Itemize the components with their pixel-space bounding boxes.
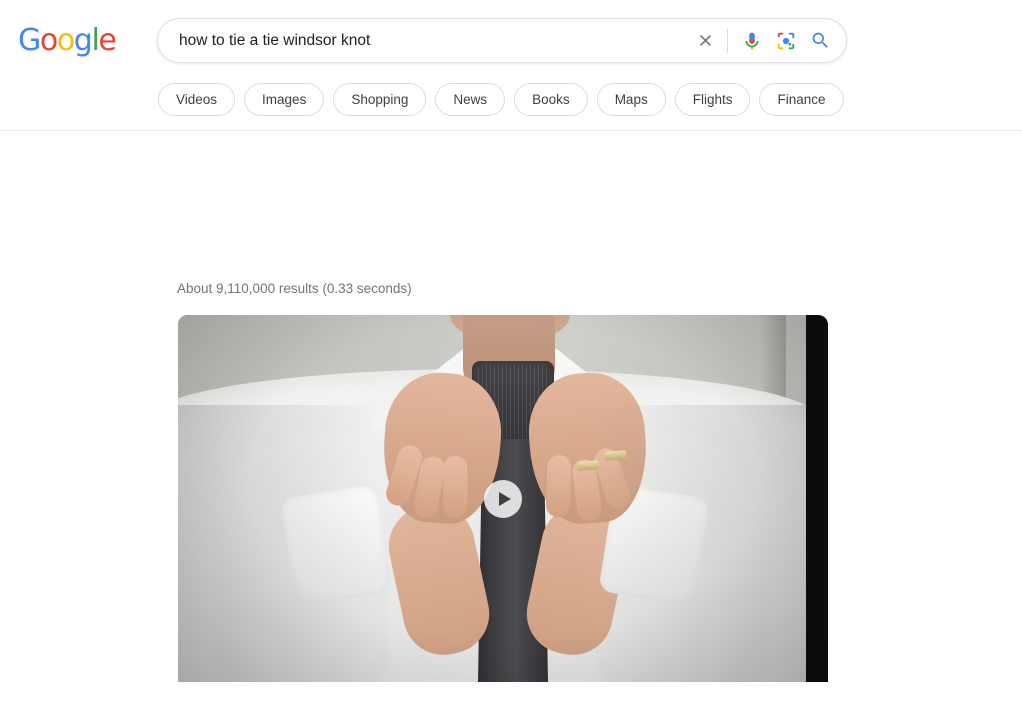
search-filter-chips: Videos Images Shopping News Books Maps F… xyxy=(158,83,844,116)
logo-letter: g xyxy=(73,23,93,58)
search-input[interactable] xyxy=(158,31,688,50)
clear-search-button[interactable] xyxy=(688,24,722,58)
filter-chip-images[interactable]: Images xyxy=(244,83,325,116)
logo-letter: G xyxy=(18,23,41,58)
results-count: About 9,110,000 results (0.33 seconds) xyxy=(177,281,412,296)
featured-video-card: 0:01 3:00 "... Hi there I'm going to sho… xyxy=(178,315,828,682)
logo-letter: o xyxy=(56,23,75,58)
google-logo[interactable]: Google xyxy=(18,23,117,58)
close-icon xyxy=(699,34,711,47)
search-icon xyxy=(812,32,828,48)
filter-chip-finance[interactable]: Finance xyxy=(759,83,844,116)
filter-chip-maps[interactable]: Maps xyxy=(596,83,666,116)
logo-letter: l xyxy=(91,23,99,58)
filter-chip-shopping[interactable]: Shopping xyxy=(333,83,427,116)
search-divider xyxy=(727,28,728,53)
play-icon xyxy=(498,491,511,506)
filter-chip-videos[interactable]: Videos xyxy=(158,83,236,116)
filter-chip-flights[interactable]: Flights xyxy=(674,83,751,116)
logo-letter: e xyxy=(98,23,116,58)
filter-chip-books[interactable]: Books xyxy=(514,83,588,116)
google-lens-icon xyxy=(777,32,795,49)
logo-letter: o xyxy=(39,23,58,58)
search-submit-button[interactable] xyxy=(803,24,837,58)
search-bar[interactable] xyxy=(157,18,847,63)
page-header: Google how to tie a tie windsor knot Vid… xyxy=(0,0,1022,131)
microphone-icon xyxy=(745,32,759,49)
lens-search-button[interactable] xyxy=(769,24,803,58)
video-player[interactable] xyxy=(178,315,828,682)
voice-search-button[interactable] xyxy=(735,24,769,58)
filter-chip-news[interactable]: News xyxy=(435,83,506,116)
play-button[interactable] xyxy=(484,479,522,518)
